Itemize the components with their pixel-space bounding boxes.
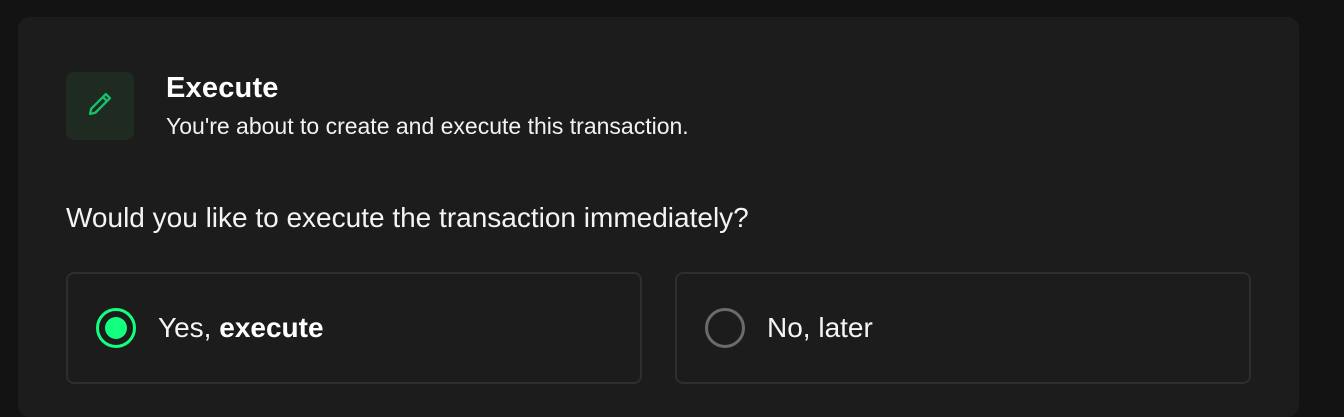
icon-container xyxy=(66,72,134,140)
radio-yes[interactable] xyxy=(96,308,136,348)
option-yes-emphasis: execute xyxy=(219,312,324,343)
page-subtitle: You're about to create and execute this … xyxy=(166,113,689,139)
option-yes-label: Yes, execute xyxy=(158,311,324,345)
radio-dot xyxy=(105,317,127,339)
execute-question: Would you like to execute the transactio… xyxy=(66,202,749,233)
option-yes-execute[interactable]: Yes, execute xyxy=(66,272,642,384)
execute-header: Execute You're about to create and execu… xyxy=(66,72,689,140)
execute-options: Yes, execute No, later xyxy=(66,272,1251,384)
header-text: Execute You're about to create and execu… xyxy=(166,72,689,140)
radio-no[interactable] xyxy=(705,308,745,348)
pencil-icon xyxy=(86,90,114,123)
option-yes-prefix: Yes, xyxy=(158,312,220,343)
option-no-label: No, later xyxy=(767,312,873,343)
page-title: Execute xyxy=(166,72,279,104)
option-no-later[interactable]: No, later xyxy=(675,272,1251,384)
execute-card: Execute You're about to create and execu… xyxy=(18,17,1299,417)
